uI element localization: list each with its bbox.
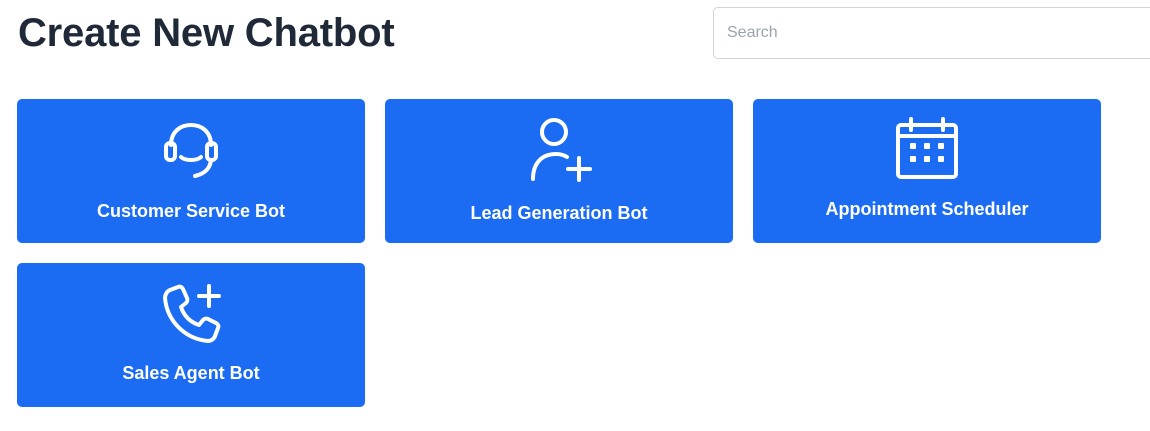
- template-card-appointment-scheduler[interactable]: Appointment Scheduler: [753, 99, 1101, 243]
- user-plus-icon: [524, 115, 594, 185]
- create-chatbot-page: Create New Chatbot Customer Service Bot …: [0, 0, 1150, 431]
- template-card-label: Customer Service Bot: [96, 201, 286, 221]
- template-card-lead-generation-bot[interactable]: Lead Generation Bot: [385, 99, 733, 243]
- template-card-label: Sales Agent Bot: [122, 363, 260, 383]
- headset-icon: [158, 117, 224, 183]
- template-card-label: Appointment Scheduler: [825, 199, 1029, 219]
- template-card-label: Lead Generation Bot: [470, 203, 648, 223]
- page-title: Create New Chatbot: [18, 11, 395, 55]
- template-card-customer-service-bot[interactable]: Customer Service Bot: [17, 99, 365, 243]
- template-card-sales-agent-bot[interactable]: Sales Agent Bot: [17, 263, 365, 407]
- phone-plus-icon: [158, 281, 224, 347]
- calendar-icon: [894, 117, 960, 183]
- search-input[interactable]: [713, 7, 1150, 59]
